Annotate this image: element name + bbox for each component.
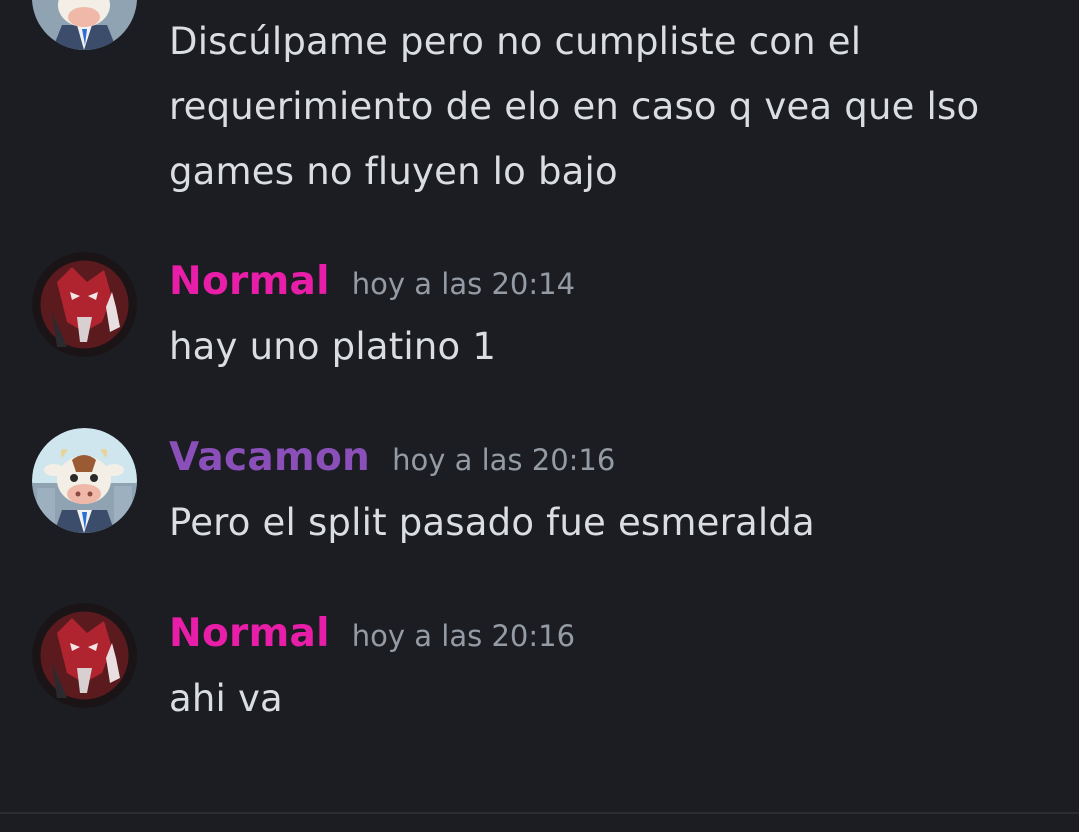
message-text: Pero el split pasado fue esmeralda (169, 501, 815, 544)
timestamp: hoy a las 20:16 (392, 443, 616, 477)
message-header: Vacamon hoy a las 20:16 (169, 435, 615, 480)
composer-area (0, 814, 1079, 832)
chat-message-list: Discúlpame pero no cumpliste con el requ… (0, 0, 1079, 832)
cow-avatar[interactable] (32, 0, 137, 50)
message-text: hay uno platino 1 (169, 325, 497, 368)
demon-mask-avatar[interactable] (32, 603, 137, 708)
message-header: Normal hoy a las 20:16 (169, 611, 575, 656)
timestamp: hoy a las 20:16 (351, 619, 576, 653)
message-line: Discúlpame pero no cumpliste con el (169, 20, 862, 63)
username[interactable]: Normal (169, 611, 330, 656)
timestamp: hoy a las 20:14 (351, 267, 576, 301)
message-line: games no fluyen lo bajo (169, 150, 618, 193)
message-text: Discúlpame pero no cumpliste con el requ… (169, 9, 979, 204)
message-header: Normal hoy a las 20:14 (169, 259, 575, 304)
demon-mask-avatar[interactable] (32, 252, 137, 357)
username[interactable]: Vacamon (169, 435, 370, 480)
message-text: ahi va (169, 677, 283, 720)
message-line: requerimiento de elo en caso q vea que l… (169, 85, 980, 128)
cow-avatar[interactable] (32, 428, 137, 533)
username[interactable]: Normal (169, 259, 330, 304)
